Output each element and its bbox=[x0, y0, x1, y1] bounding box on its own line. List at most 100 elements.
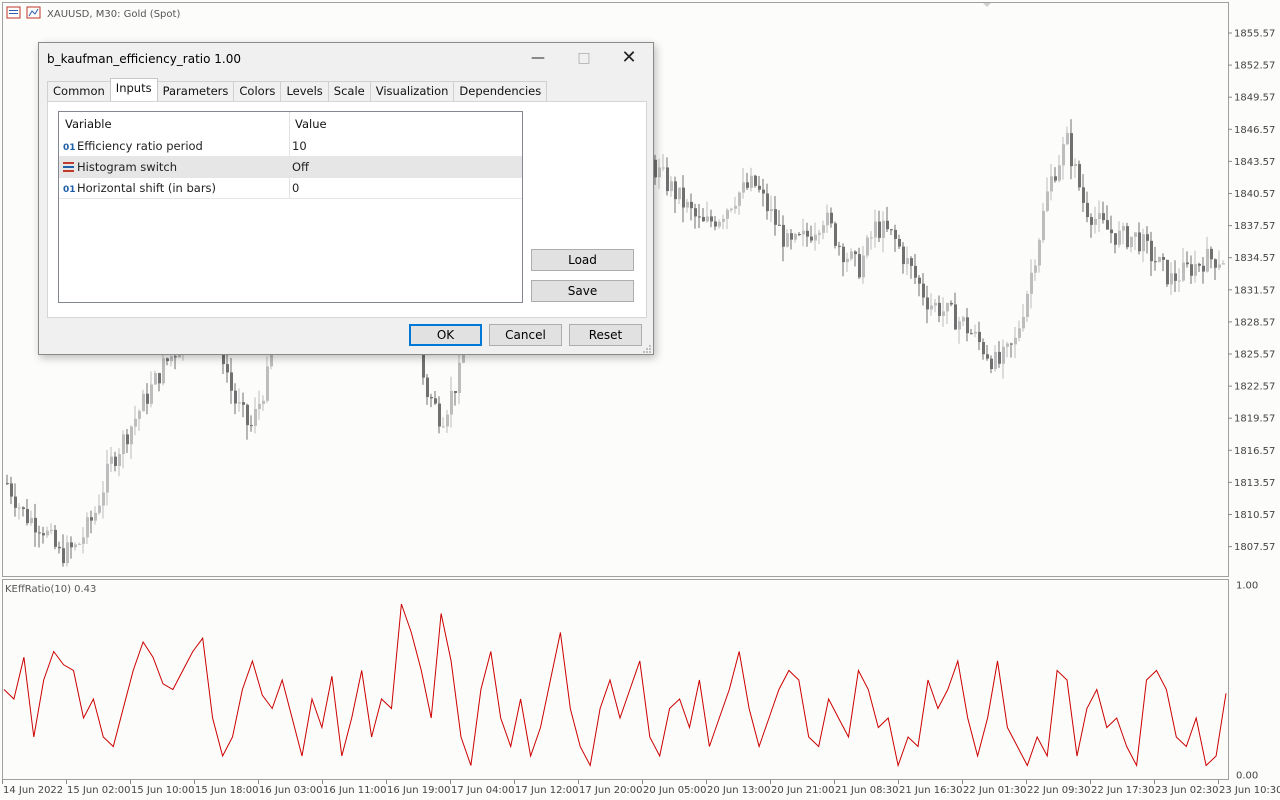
variable-value[interactable]: 0 bbox=[292, 178, 299, 198]
time-tick-label: 21 Jun 16:30 bbox=[899, 785, 963, 796]
candle-body bbox=[858, 254, 861, 278]
candle-body bbox=[14, 496, 17, 508]
candle-body bbox=[742, 182, 745, 193]
candle-body bbox=[1010, 343, 1013, 345]
candle-body bbox=[226, 364, 229, 373]
candle-body bbox=[870, 237, 873, 239]
candle-body bbox=[114, 456, 117, 466]
ok-button[interactable]: OK bbox=[409, 324, 482, 346]
cancel-button[interactable]: Cancel bbox=[489, 324, 562, 346]
candle-body bbox=[1134, 232, 1137, 237]
tab-dependencies[interactable]: Dependencies bbox=[453, 81, 548, 101]
candle-body bbox=[874, 221, 877, 238]
candle-body bbox=[442, 426, 445, 428]
tab-scale[interactable]: Scale bbox=[327, 81, 371, 101]
candle-body bbox=[778, 224, 781, 226]
resize-grip-icon[interactable] bbox=[642, 343, 652, 353]
variable-value[interactable]: Off bbox=[292, 157, 309, 177]
candle-body bbox=[682, 187, 685, 208]
tab-levels[interactable]: Levels bbox=[280, 81, 329, 101]
candle-body bbox=[1114, 233, 1117, 245]
candle-body bbox=[26, 509, 29, 524]
candle-body bbox=[130, 426, 133, 445]
candle-body bbox=[770, 209, 773, 212]
time-tick-label: 16 Jun 11:00 bbox=[323, 785, 387, 796]
candle-body bbox=[54, 529, 57, 547]
reset-button[interactable]: Reset bbox=[569, 324, 642, 346]
table-row[interactable]: 01Horizontal shift (in bars) 0 bbox=[59, 178, 522, 199]
dialog-title: b_kaufman_efficiency_ratio 1.00 bbox=[47, 52, 241, 66]
tab-colors[interactable]: Colors bbox=[233, 81, 282, 101]
candle-body bbox=[1022, 316, 1025, 329]
candle-body bbox=[70, 542, 73, 548]
time-tick-label: 22 Jun 01:30 bbox=[963, 785, 1027, 796]
candle-body bbox=[446, 414, 449, 427]
candle-body bbox=[890, 229, 893, 231]
candle-body bbox=[1034, 265, 1037, 273]
candle-body bbox=[1082, 187, 1085, 203]
candle-body bbox=[1042, 210, 1045, 241]
tab-common[interactable]: Common bbox=[47, 81, 111, 101]
candle-body bbox=[230, 372, 233, 391]
candle-body bbox=[698, 216, 701, 218]
tab-parameters[interactable]: Parameters bbox=[156, 81, 235, 101]
candle-body bbox=[1122, 226, 1125, 231]
candle-body bbox=[458, 362, 461, 393]
time-tick-label: 17 Jun 20:00 bbox=[579, 785, 643, 796]
inputs-table[interactable]: Variable Value 01Efficiency ratio period… bbox=[58, 111, 523, 303]
tab-inputs[interactable]: Inputs bbox=[109, 78, 158, 101]
candle-body bbox=[694, 208, 697, 217]
candle-body bbox=[762, 189, 765, 194]
candle-body bbox=[1074, 163, 1077, 167]
table-row[interactable]: 01Efficiency ratio period 10 bbox=[59, 136, 522, 157]
candle-body bbox=[754, 175, 757, 186]
candle-body bbox=[18, 507, 21, 509]
save-button[interactable]: Save bbox=[531, 280, 634, 302]
candle-body bbox=[1058, 165, 1061, 181]
candle-body bbox=[986, 354, 989, 359]
candle-body bbox=[850, 251, 853, 259]
candle-body bbox=[118, 454, 121, 466]
candle-body bbox=[1186, 262, 1189, 265]
candle-body bbox=[842, 246, 845, 263]
close-button[interactable]: ✕ bbox=[606, 43, 652, 73]
tab-visualization[interactable]: Visualization bbox=[369, 81, 455, 101]
candle-body bbox=[830, 212, 833, 224]
candle-body bbox=[238, 402, 241, 404]
candle-body bbox=[1206, 248, 1209, 272]
column-header-value[interactable]: Value bbox=[289, 112, 327, 136]
candle-body bbox=[918, 277, 921, 284]
time-tick-label: 16 Jun 03:00 bbox=[259, 785, 323, 796]
time-tick-label: 16 Jun 19:00 bbox=[387, 785, 451, 796]
candle-body bbox=[802, 230, 805, 235]
minimize-button[interactable]: — bbox=[515, 43, 561, 73]
indicator-tick-label: 0.00 bbox=[1236, 771, 1258, 782]
price-tick-label: 1807.57 bbox=[1234, 542, 1275, 553]
candle-body bbox=[1002, 346, 1005, 364]
candle-body bbox=[910, 258, 913, 266]
candle-body bbox=[678, 187, 681, 200]
candle-body bbox=[58, 546, 61, 549]
candle-body bbox=[66, 542, 69, 564]
candle-body bbox=[746, 182, 749, 188]
candle-body bbox=[1090, 217, 1093, 225]
variable-value[interactable]: 10 bbox=[292, 136, 307, 156]
time-tick-label: 14 Jun 2022 bbox=[3, 785, 63, 796]
candle-body bbox=[906, 258, 909, 265]
candle-body bbox=[82, 537, 85, 544]
candle-body bbox=[1178, 280, 1181, 282]
candle-body bbox=[946, 302, 949, 312]
candle-body bbox=[50, 529, 53, 531]
candle-body bbox=[658, 167, 661, 178]
table-row[interactable]: Histogram switch Off bbox=[59, 157, 522, 178]
candle-body bbox=[1046, 191, 1049, 211]
candle-body bbox=[234, 390, 237, 404]
candle-body bbox=[998, 351, 1001, 364]
candle-body bbox=[1106, 220, 1109, 230]
candle-body bbox=[1142, 234, 1145, 252]
candle-body bbox=[974, 331, 977, 334]
candle-body bbox=[1194, 263, 1197, 276]
column-header-variable[interactable]: Variable bbox=[59, 112, 112, 136]
load-button[interactable]: Load bbox=[531, 249, 634, 271]
candle-body bbox=[898, 238, 901, 247]
